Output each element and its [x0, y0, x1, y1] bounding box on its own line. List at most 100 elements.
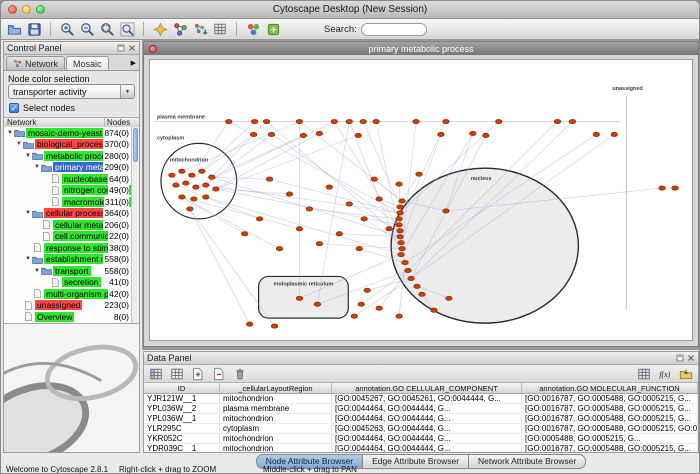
birds-eye-view[interactable]	[4, 323, 139, 452]
graph-node[interactable]	[419, 292, 426, 296]
attribute-combobox[interactable]: transporter activity	[8, 84, 135, 99]
graph-node[interactable]	[672, 186, 679, 190]
window-titlebar[interactable]: Cytoscape Desktop (New Session)	[1, 1, 699, 19]
graph-node[interactable]	[203, 183, 210, 187]
graph-edge[interactable]	[399, 184, 400, 207]
graph-node[interactable]	[376, 197, 383, 201]
unselect-attributes-icon[interactable]	[168, 365, 186, 383]
tree-column-nodes[interactable]: Nodes	[105, 118, 139, 127]
tree-item[interactable]: multi-organism pro...42(0)	[4, 288, 131, 300]
tree-item[interactable]: unassigned223(0)	[4, 300, 131, 312]
graph-node[interactable]	[173, 183, 180, 187]
import-attributes-icon[interactable]	[677, 365, 695, 383]
graph-node[interactable]	[405, 268, 412, 272]
graph-node[interactable]	[431, 308, 438, 312]
network-canvas-container[interactable]: plasma membranecytoplasmmitochondrionnuc…	[149, 59, 693, 341]
graph-node[interactable]	[396, 314, 403, 318]
tree-column-network[interactable]: Network	[4, 118, 105, 127]
graph-node[interactable]	[554, 119, 561, 123]
zoom-in-icon[interactable]	[58, 20, 76, 38]
graph-node[interactable]	[356, 246, 363, 250]
graph-node[interactable]	[316, 131, 323, 135]
expand-arrow-icon[interactable]: ▼	[24, 256, 32, 262]
search-input[interactable]	[361, 23, 427, 36]
float-panel-icon[interactable]	[675, 354, 684, 363]
graph-node[interactable]	[296, 227, 303, 231]
graph-node[interactable]	[470, 131, 477, 135]
table-cell[interactable]: [GO:0044464, GO:0044444, G...	[332, 414, 522, 423]
tree-item[interactable]: ▼establishment of lo...558(0)	[4, 254, 131, 266]
table-cell[interactable]: [GO:0044464, GO:0044444, G...	[332, 444, 522, 452]
table-row[interactable]: YPL036W__2plasma membrane[GO:0044464, GO…	[144, 404, 698, 414]
expand-arrow-icon[interactable]: ▼	[15, 141, 23, 147]
graph-node[interactable]	[189, 173, 196, 177]
graph-node[interactable]	[212, 187, 219, 191]
table-cell[interactable]: [GO:0005488, GO:0005215, G...	[522, 434, 698, 443]
table-row[interactable]: YDR039C__1mitochondrion[GO:0044464, GO:0…	[144, 444, 698, 452]
network-window-titlebar[interactable]: primary metabolic process	[144, 42, 698, 55]
expand-arrow-icon[interactable]: ▼	[6, 130, 14, 136]
graph-node[interactable]	[296, 296, 303, 300]
table-cell[interactable]: [GO:0016787, GO:0005488, GO:0005215, G..…	[522, 394, 698, 403]
graph-node[interactable]	[208, 175, 215, 179]
graph-node[interactable]	[193, 185, 200, 189]
graph-node[interactable]	[364, 288, 371, 292]
graph-node[interactable]	[169, 173, 176, 177]
tree-item[interactable]: nitrogen compo...49(0)	[4, 185, 131, 197]
graph-node[interactable]	[316, 242, 323, 246]
select-nodes-checkbox[interactable]	[9, 103, 19, 113]
graph-node[interactable]	[286, 192, 293, 196]
graph-node[interactable]	[179, 195, 186, 199]
expand-arrow-icon[interactable]: ▼	[33, 164, 41, 170]
graph-edge[interactable]	[349, 204, 400, 231]
zoom-fit-icon[interactable]	[118, 20, 136, 38]
graph-node[interactable]	[402, 260, 409, 264]
table-column-header[interactable]: ID	[144, 383, 220, 393]
graph-node[interactable]	[361, 217, 368, 221]
tab-network[interactable]: Network	[6, 56, 65, 70]
table-column-header[interactable]: annotation.GO CELLULAR_COMPONENT	[332, 383, 522, 393]
graph-node[interactable]	[355, 133, 362, 137]
table-cell[interactable]: [GO:0016787, GO:0005488, GO:0005215, G..…	[522, 414, 698, 423]
table-cell[interactable]: YPL036W__1	[144, 414, 220, 423]
trash-icon[interactable]	[231, 365, 249, 383]
table-cell[interactable]: [GO:0045263, GO:0044444, G...	[332, 424, 522, 433]
graph-node[interactable]	[179, 169, 186, 173]
graph-node[interactable]	[306, 207, 313, 211]
graph-node[interactable]	[408, 276, 415, 280]
graph-node[interactable]	[314, 302, 321, 306]
graph-node[interactable]	[300, 133, 307, 137]
close-panel-icon[interactable]	[127, 44, 136, 53]
graph-node[interactable]	[326, 185, 333, 189]
graph-edge[interactable]	[190, 209, 250, 324]
graph-node[interactable]	[256, 217, 263, 221]
tree-item[interactable]: macromolecule...311(0)	[4, 196, 131, 208]
network-window-close-button[interactable]	[149, 45, 157, 53]
graph-node[interactable]	[250, 132, 257, 136]
graph-node[interactable]	[438, 132, 445, 136]
graph-node[interactable]	[203, 195, 210, 199]
tree-scrollbar-thumb[interactable]	[133, 128, 138, 162]
graph-node[interactable]	[266, 177, 273, 181]
import-network-icon[interactable]	[191, 20, 209, 38]
graph-node[interactable]	[397, 229, 404, 233]
open-session-icon[interactable]	[5, 20, 23, 38]
graph-node[interactable]	[331, 119, 338, 123]
graph-node[interactable]	[416, 172, 423, 176]
table-cell[interactable]: [GO:0045267, GO:0045261, GO:0044444, G..…	[332, 394, 522, 403]
tree-item[interactable]: ▼primary metab...209(0)	[4, 162, 131, 174]
graph-node[interactable]	[399, 199, 406, 203]
plugin-manager-icon[interactable]	[264, 20, 282, 38]
graph-node[interactable]	[443, 209, 450, 213]
table-cell[interactable]: plasma membrane	[220, 404, 332, 413]
import-table-icon[interactable]	[211, 20, 229, 38]
show-graphics-details-icon[interactable]	[151, 20, 169, 38]
network-overview-icon[interactable]	[171, 20, 189, 38]
window-zoom-button[interactable]	[36, 5, 45, 14]
table-row[interactable]: YJR121W__1mitochondrion[GO:0045267, GO:0…	[144, 394, 698, 404]
tree-item[interactable]: ▼biological_process370(0)	[4, 139, 131, 151]
zoom-selected-icon[interactable]	[98, 20, 116, 38]
tree-item[interactable]: cell communica...22(0)	[4, 231, 131, 243]
graph-node[interactable]	[659, 186, 666, 190]
graph-node[interactable]	[386, 227, 393, 231]
